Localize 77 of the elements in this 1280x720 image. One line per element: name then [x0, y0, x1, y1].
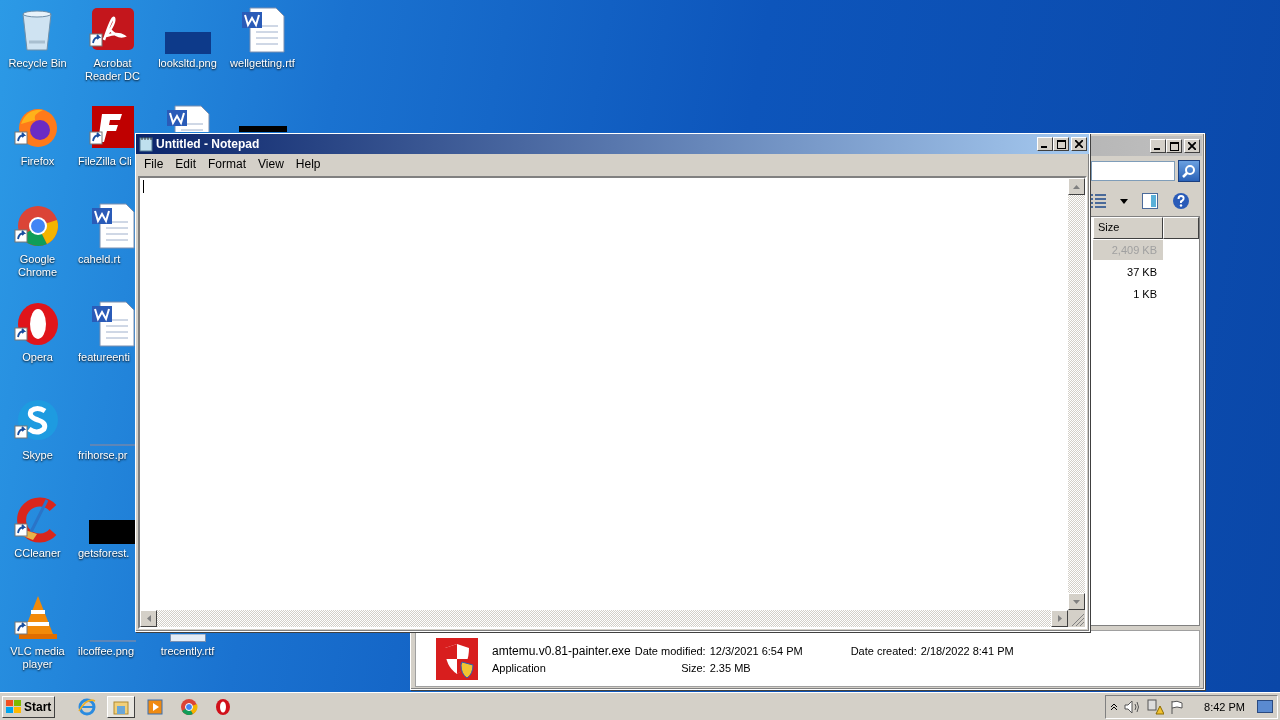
maximize-icon: [1169, 141, 1179, 151]
shield-icon: [436, 637, 478, 680]
desktop-icon-label[interactable]: Recycle Bin: [8, 57, 67, 70]
menu-item[interactable]: File: [138, 156, 170, 172]
chrome-icon: [179, 696, 200, 717]
right-arrow-icon: [1057, 615, 1062, 622]
down-arrow-icon: [1073, 599, 1080, 604]
file-type: Application: [492, 661, 547, 674]
horizontal-scrollbar[interactable]: [140, 610, 1068, 627]
desktop-icon-label[interactable]: Opera: [22, 351, 53, 364]
field-label: Date created:: [850, 644, 917, 657]
image-thumbnail-icon: [88, 520, 137, 544]
file-name: amtemu.v0.81-painter.exe: [492, 643, 631, 658]
desktop-icon-label[interactable]: CCleaner: [14, 547, 61, 560]
desktop-icon-label[interactable]: FileZilla Cli: [78, 155, 132, 168]
notepad-icon: [139, 136, 153, 152]
close-icon: [1075, 140, 1083, 148]
ie-icon: [77, 696, 98, 717]
minimize-button[interactable]: [1037, 137, 1053, 151]
preview-pane-icon[interactable]: [1142, 193, 1158, 209]
desktop-icon-label[interactable]: trecently.rtf: [160, 645, 215, 658]
desktop-icon-label[interactable]: Acrobat Reader DC: [76, 57, 149, 83]
close-icon: [1188, 142, 1196, 150]
menu-item[interactable]: View: [252, 156, 290, 172]
left-arrow-icon: [146, 615, 151, 622]
network-warning-icon[interactable]: [1146, 698, 1165, 715]
image-thumbnail-icon: [164, 32, 211, 54]
caret-icon[interactable]: [1120, 198, 1128, 204]
menu-item[interactable]: Format: [202, 156, 253, 172]
field-label: Size:: [680, 661, 706, 674]
search-button[interactable]: [1178, 160, 1200, 182]
help-icon[interactable]: [1172, 192, 1190, 210]
desktop-icon-label[interactable]: Skype: [22, 449, 53, 462]
document-thumbnail-icon: [169, 634, 206, 642]
windows-logo-icon: [6, 699, 22, 714]
field-value: 2/18/2022 8:41 PM: [920, 644, 1014, 657]
start-button[interactable]: Start: [2, 695, 56, 718]
size-grip[interactable]: [1068, 610, 1085, 627]
desktop-icon-label[interactable]: ilcoffee.png: [78, 645, 135, 658]
up-arrow-icon: [1073, 184, 1080, 189]
column-header[interactable]: [1163, 217, 1199, 239]
desktop-icon-label[interactable]: looksltd.png: [158, 57, 217, 70]
search-icon: [1182, 164, 1196, 178]
desktop-icon-label[interactable]: VLC media player: [1, 645, 74, 671]
window-title: Untitled - Notepad: [156, 137, 261, 151]
size-cell[interactable]: 1 KB: [1093, 284, 1163, 304]
chevron-icon[interactable]: [1110, 702, 1119, 711]
maximize-icon: [1056, 139, 1066, 149]
close-button[interactable]: [1184, 139, 1200, 153]
taskbar-button[interactable]: [107, 695, 136, 718]
image-thumbnail-icon: [238, 126, 287, 132]
views-icon[interactable]: [1090, 194, 1106, 208]
search-field[interactable]: [1091, 161, 1175, 181]
size-cell[interactable]: 37 KB: [1093, 262, 1163, 282]
vertical-scrollbar[interactable]: [1068, 178, 1085, 610]
desktop-icon-label[interactable]: Google Chrome: [1, 253, 74, 279]
desktop-icon-label[interactable]: featureenti: [78, 351, 130, 364]
clock[interactable]: 8:42 PM: [1204, 700, 1245, 713]
show-desktop-icon[interactable]: [1257, 699, 1273, 714]
desktop-icon-label[interactable]: caheld.rt: [78, 253, 121, 266]
maximize-button[interactable]: [1053, 137, 1069, 151]
field-label: Date modified:: [634, 644, 706, 657]
field-value: 2.35 MB: [709, 661, 752, 674]
flag-icon[interactable]: [1170, 699, 1185, 714]
close-button[interactable]: [1071, 137, 1087, 151]
field-value: 12/3/2021 6:54 PM: [709, 644, 803, 657]
media-icon: [145, 696, 166, 717]
menu-item[interactable]: Help: [289, 156, 327, 172]
minimize-button[interactable]: [1150, 139, 1166, 153]
menu-item[interactable]: Edit: [169, 156, 203, 172]
maximize-button[interactable]: [1166, 139, 1182, 153]
desktop-icon-label[interactable]: wellgetting.rtf: [230, 57, 295, 70]
desktop-icon-label[interactable]: frihorse.pr: [78, 449, 128, 462]
desktop-icon-label[interactable]: getsforest.: [78, 547, 130, 560]
speaker-icon[interactable]: [1124, 699, 1141, 714]
desktop-icon-label[interactable]: Firefox: [20, 155, 55, 168]
column-header[interactable]: Size: [1093, 217, 1163, 239]
